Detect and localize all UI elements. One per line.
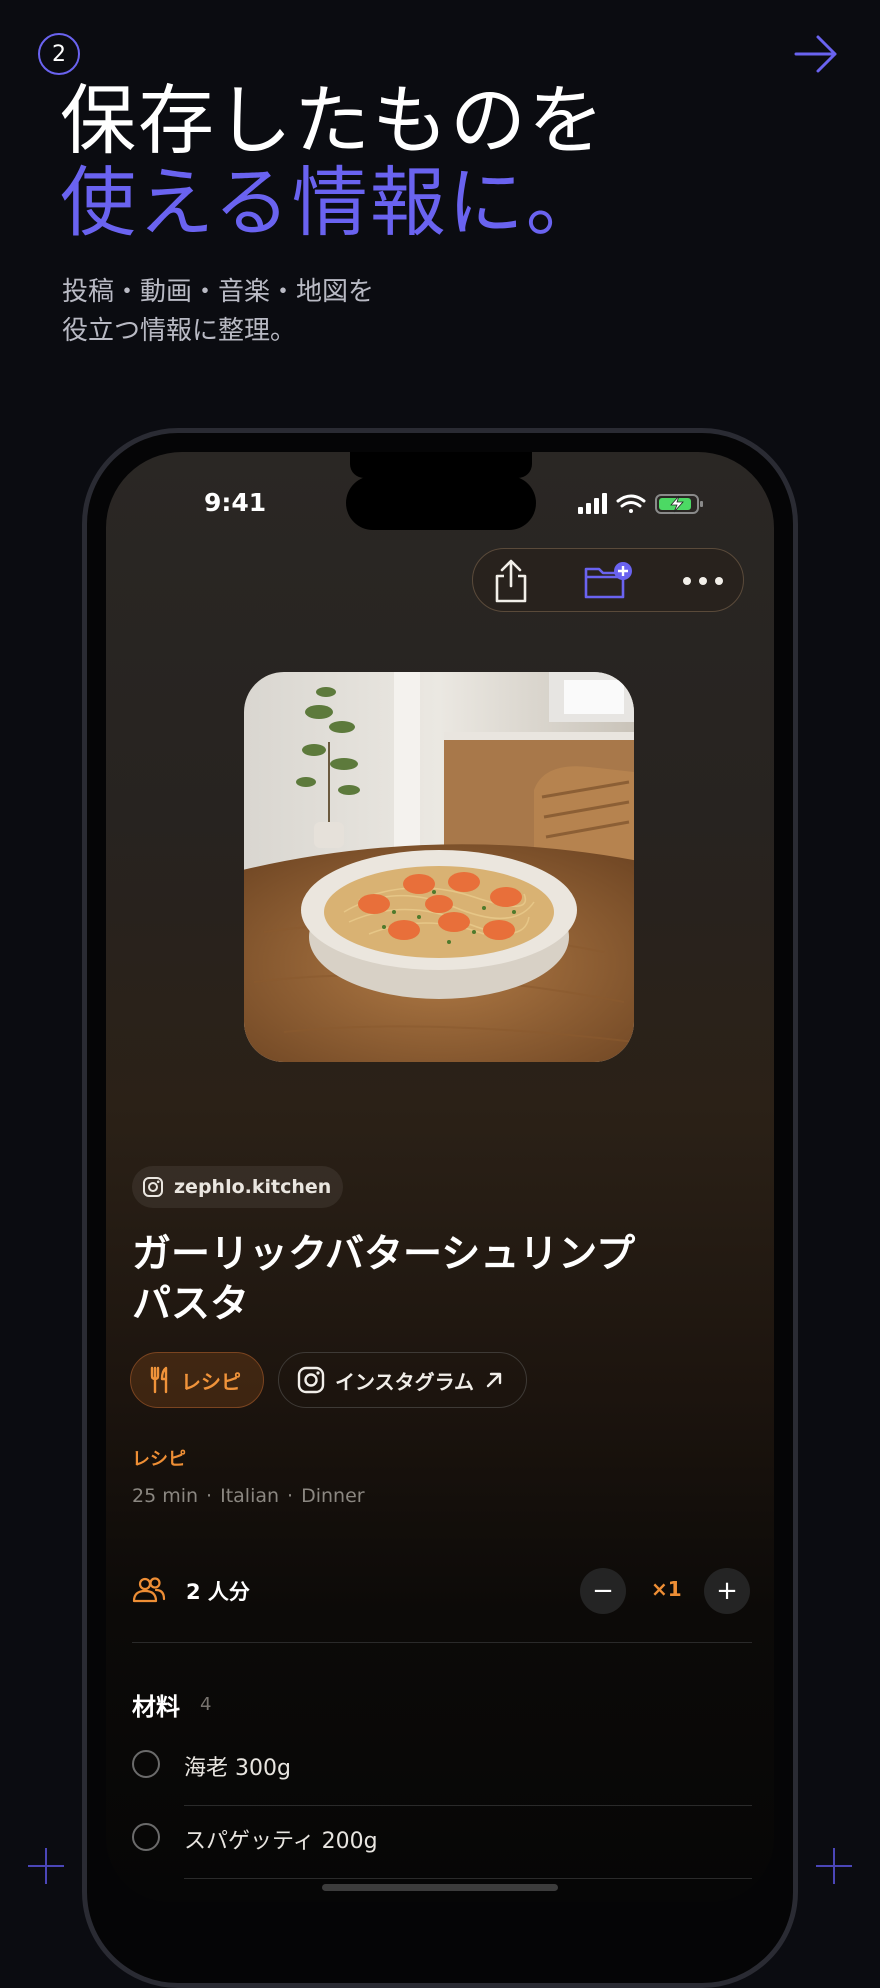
- meta-time: 25 min: [132, 1485, 199, 1507]
- source-chip[interactable]: zephlo.kitchen: [132, 1166, 344, 1208]
- divider: [184, 1805, 752, 1806]
- decrement-servings-button[interactable]: −: [580, 1568, 626, 1614]
- checkbox-circle-icon[interactable]: [132, 1750, 160, 1778]
- ingredient-item[interactable]: 海老 300g: [132, 1742, 752, 1802]
- wifi-icon: [616, 494, 646, 513]
- meta-cuisine: Italian: [220, 1485, 280, 1507]
- signal-icon: [578, 493, 607, 514]
- recipe-meta: 25 min · Italian · Dinner: [132, 1485, 365, 1507]
- recipe-title-line-1: ガーリックバターシュリンプ: [132, 1232, 636, 1277]
- divider: [184, 1878, 752, 1879]
- meta-separator: ·: [287, 1485, 294, 1507]
- more-icon[interactable]: [681, 571, 725, 591]
- recipe-photo: [244, 672, 634, 1062]
- fork-knife-icon: [150, 1366, 168, 1394]
- tag-recipe-label: レシピ: [181, 1369, 241, 1394]
- instagram-icon: [297, 1366, 325, 1394]
- headline: 保存したものを 使える情報に。: [60, 80, 606, 244]
- phone-screen: 9:41 zephlo.kitchen ガーリックバターシュリンプ パスタ レシ…: [106, 452, 774, 1902]
- source-handle: zephlo.kitchen: [174, 1176, 332, 1198]
- tag-instagram-label: インスタグラム: [335, 1369, 474, 1394]
- meta-meal: Dinner: [301, 1485, 365, 1507]
- meta-separator: ·: [206, 1485, 213, 1507]
- arrow-up-right-icon: [486, 1372, 502, 1388]
- action-toolbar: [472, 548, 744, 612]
- tag-instagram[interactable]: インスタグラム: [278, 1352, 527, 1408]
- ingredient-item[interactable]: スパゲッティ 200g: [132, 1815, 752, 1875]
- subtitle-line-1: 投稿・動画・音楽・地図を: [62, 277, 375, 307]
- servings-label: 2 人分: [186, 1580, 250, 1604]
- status-time: 9:41: [204, 488, 267, 517]
- subtitle: 投稿・動画・音楽・地図を 役立つ情報に整理。: [62, 273, 374, 351]
- step-number-badge: 2: [38, 33, 80, 75]
- dynamic-island: [346, 476, 536, 530]
- phone-notch: [350, 452, 532, 478]
- category-label: レシピ: [132, 1449, 186, 1470]
- ingredients-count: 4: [200, 1694, 212, 1715]
- divider: [132, 1642, 752, 1643]
- checkbox-circle-icon[interactable]: [132, 1823, 160, 1851]
- share-icon[interactable]: [491, 559, 531, 603]
- servings-row: 2 人分 − ×1 +: [132, 1566, 752, 1616]
- status-icons: [578, 493, 703, 514]
- increment-servings-button[interactable]: +: [704, 1568, 750, 1614]
- folder-add-icon[interactable]: [583, 561, 635, 601]
- tag-recipe[interactable]: レシピ: [130, 1352, 264, 1408]
- ingredients-title: 材料: [132, 1693, 180, 1721]
- instagram-icon: [143, 1177, 163, 1197]
- recipe-title-line-2: パスタ: [132, 1282, 250, 1327]
- ingredient-label: 海老 300g: [184, 1756, 291, 1781]
- ingredient-label: スパゲッティ 200g: [184, 1829, 378, 1854]
- arrow-right-icon[interactable]: [792, 30, 840, 78]
- plus-decoration-icon: [28, 1848, 64, 1884]
- battery-charging-icon: [655, 494, 703, 514]
- subtitle-line-2: 役立つ情報に整理。: [62, 316, 297, 346]
- people-icon: [132, 1577, 166, 1603]
- home-indicator[interactable]: [322, 1884, 558, 1891]
- plus-decoration-icon: [816, 1848, 852, 1884]
- headline-line-1: 保存したものを: [60, 76, 606, 165]
- headline-line-2: 使える情報に。: [60, 158, 604, 247]
- recipe-title: ガーリックバターシュリンプ パスタ: [132, 1230, 732, 1330]
- servings-multiplier: ×1: [651, 1577, 682, 1601]
